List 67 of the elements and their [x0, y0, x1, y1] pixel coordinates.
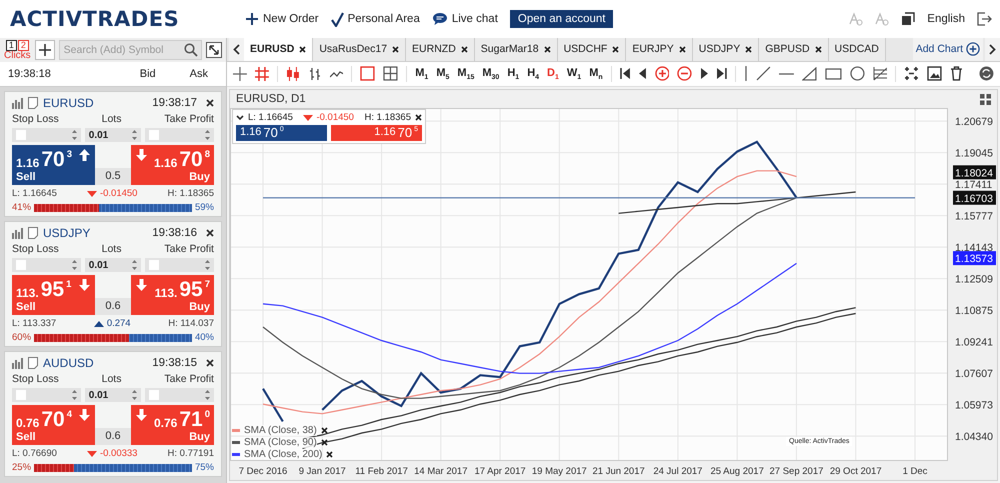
axis-label: 1 Dec — [902, 466, 928, 477]
axis-label: 29 Oct 2017 — [830, 466, 882, 477]
high-price: H: 114.037 — [168, 318, 214, 329]
column-header: Bid — [140, 68, 156, 80]
indicator-label: SMA (Close, 200) — [244, 449, 322, 460]
current-time: 19:38:18 — [8, 68, 51, 80]
field-label: Lots — [102, 373, 122, 386]
axis-label: 21 Jun 2017 — [592, 466, 645, 477]
high-price: H: 0.77191 — [168, 448, 214, 459]
field-label: Take Profit — [164, 243, 214, 256]
price-tag: 1.18024 — [953, 165, 996, 180]
axis-label: 14 Mar 2017 — [414, 466, 468, 477]
field-label: Take Profit — [164, 113, 214, 126]
axis-label: 1.09241 — [955, 336, 993, 349]
price-change: 0.274 — [106, 318, 131, 329]
price-tag: 1.16703 — [953, 190, 996, 205]
field-label: Stop Loss — [12, 373, 59, 386]
symbol-name: AUDUSD — [43, 356, 94, 370]
axis-label: 19 May 2017 — [532, 466, 587, 477]
axis-label: 7 Dec 2016 — [238, 466, 288, 477]
axis-label: 1.20679 — [955, 116, 993, 128]
sell-percentage: 60% — [12, 332, 32, 343]
symbol-name: USDJPY — [43, 226, 90, 240]
axis-label: 1.10875 — [955, 305, 993, 318]
sell-percentage: 25% — [12, 462, 32, 473]
logo-text: ACTIVTRADES — [10, 7, 180, 31]
axis-label: 1.17411 — [955, 179, 992, 192]
buy-percentage: 59% — [194, 202, 214, 213]
axis-label: 24 Jul 2017 — [653, 466, 702, 477]
axis-label: 1.15777 — [955, 210, 993, 223]
high-price: H: 1.18365 — [364, 112, 411, 123]
price-change: -0.01450 — [316, 112, 354, 123]
price-change: -0.01450 — [100, 188, 138, 199]
price-tag: 1.13573 — [953, 251, 996, 266]
quote-time: 19:38:16 — [152, 226, 197, 239]
quote-time: 19:38:17 — [152, 96, 197, 109]
quote-time: 19:38:15 — [152, 356, 197, 369]
indicator-label: SMA (Close, 38) — [244, 425, 317, 436]
axis-label: 1.07607 — [955, 368, 993, 380]
chart-title: EURUSD, D1 — [236, 93, 306, 105]
indicator-label: SMA (Close, 90) — [244, 437, 317, 448]
field-label: Stop Loss — [12, 243, 59, 256]
field-label: Take Profit — [164, 373, 214, 386]
column-header: Ask — [190, 68, 208, 80]
field-label: Lots — [102, 113, 122, 126]
axis-label: 27 Sep 2017 — [770, 466, 824, 477]
field-label: Stop Loss — [12, 113, 59, 126]
low-price: L: 1.16645 — [248, 112, 293, 123]
low-price: L: 0.76690 — [12, 448, 57, 459]
field-label: Lots — [102, 243, 122, 256]
axis-label: 1.12509 — [955, 274, 993, 286]
high-price: H: 1.18365 — [168, 188, 214, 199]
sell-percentage: 41% — [12, 202, 32, 213]
axis-label: 25 Aug 2017 — [710, 466, 764, 477]
axis-label: 1.04340 — [955, 431, 993, 444]
low-price: L: 113.337 — [12, 318, 56, 329]
axis-label: 17 Apr 2017 — [474, 466, 526, 477]
axis-label: 9 Jan 2017 — [298, 466, 346, 477]
low-price: L: 1.16645 — [12, 188, 57, 199]
axis-label: 1.05973 — [955, 400, 993, 412]
axis-label: 1.19045 — [955, 148, 993, 160]
price-change: -0.00333 — [100, 448, 138, 459]
buy-percentage: 40% — [194, 332, 214, 343]
clicks-label: Clicks — [4, 50, 31, 60]
axis-label: 11 Feb 2017 — [355, 466, 408, 477]
symbol-name: EURUSD — [43, 96, 94, 110]
buy-percentage: 75% — [194, 462, 214, 473]
